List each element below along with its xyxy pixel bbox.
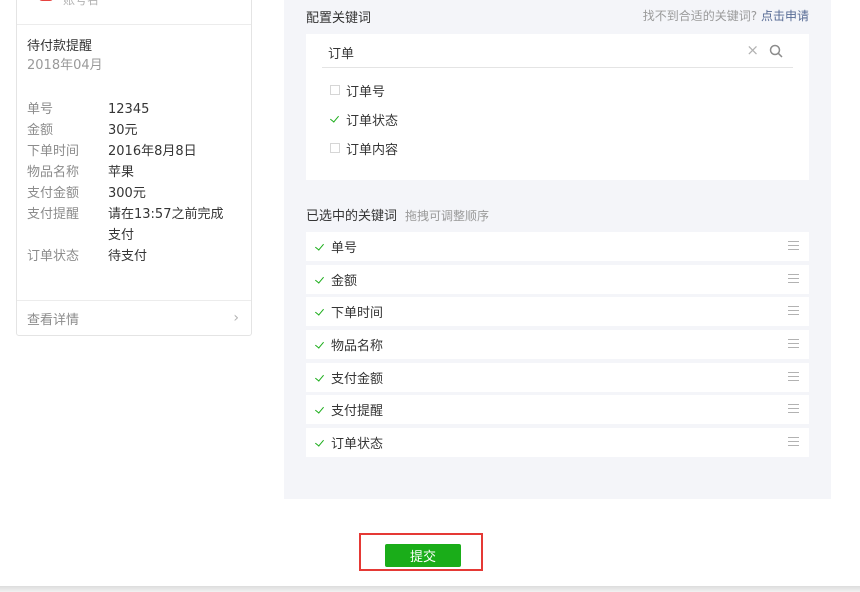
selected-keyword-item[interactable]: 金额	[306, 265, 809, 294]
checkbox-checked[interactable]	[315, 405, 325, 415]
selected-keyword-item[interactable]: 订单状态	[306, 428, 809, 457]
checkbox-unchecked[interactable]	[330, 85, 340, 95]
preview-field-row: 支付金额 300元	[27, 183, 241, 204]
view-details-link[interactable]: 查看详情 ›	[17, 300, 251, 335]
bottom-divider	[0, 586, 860, 592]
checkbox-unchecked[interactable]	[330, 143, 340, 153]
preview-field-row: 单号 12345	[27, 99, 241, 120]
field-value: 300元	[108, 186, 146, 201]
field-key: 单号	[27, 102, 54, 117]
selected-keyword-item[interactable]: 物品名称	[306, 330, 809, 359]
selected-keyword-item[interactable]: 支付金额	[306, 363, 809, 392]
checkbox-checked[interactable]	[315, 275, 325, 285]
field-value: 苹果	[108, 165, 135, 180]
chevron-right-icon: ›	[233, 310, 239, 326]
field-key: 下单时间	[27, 144, 80, 159]
selected-keyword-label: 订单状态	[331, 437, 384, 452]
preview-header: 账号名	[17, 0, 251, 25]
checkbox-checked[interactable]	[315, 340, 325, 350]
keyword-option[interactable]: 订单号	[330, 80, 385, 100]
option-label: 订单内容	[346, 142, 399, 158]
selected-keyword-item[interactable]: 单号	[306, 232, 809, 261]
preview-field-row: 订单状态 待支付	[27, 246, 241, 267]
selected-keywords-header: 已选中的关键词 拖拽可调整顺序	[306, 205, 489, 224]
keyword-option[interactable]: 订单状态	[330, 109, 398, 129]
field-key: 支付提醒	[27, 207, 80, 222]
drag-hint: 拖拽可调整顺序	[405, 209, 490, 223]
checkbox-checked[interactable]	[315, 242, 325, 252]
selected-keyword-label: 支付金额	[331, 372, 384, 387]
selected-keyword-label: 单号	[331, 241, 358, 256]
search-value: 订单	[328, 47, 355, 62]
drag-handle-icon[interactable]	[788, 274, 799, 283]
selected-title: 已选中的关键词	[306, 209, 398, 224]
selected-keyword-label: 支付提醒	[331, 404, 384, 419]
keyword-config-panel: 配置关键词 找不到合适的关键词? 点击申请 订单 × 订单号 订单状态 订单内容	[284, 0, 831, 499]
field-value: 2016年8月8日	[108, 144, 197, 159]
drag-handle-icon[interactable]	[788, 437, 799, 446]
drag-handle-icon[interactable]	[788, 404, 799, 413]
field-value: 待支付	[108, 249, 148, 264]
clear-icon[interactable]: ×	[746, 41, 759, 59]
option-label: 订单状态	[346, 113, 399, 129]
checkbox-checked[interactable]	[315, 307, 325, 317]
section-title: 配置关键词	[306, 11, 372, 26]
selected-keyword-label: 金额	[331, 274, 358, 289]
preview-field-row: 下单时间 2016年8月8日	[27, 141, 241, 162]
preview-date: 2018年04月	[27, 58, 103, 73]
apply-keyword-link[interactable]: 点击申请	[761, 9, 809, 23]
checkbox-checked[interactable]	[315, 373, 325, 383]
submit-button[interactable]: 提交	[385, 544, 461, 567]
checkbox-checked[interactable]	[315, 438, 325, 448]
selected-keyword-label: 物品名称	[331, 339, 384, 354]
selected-keyword-item[interactable]: 下单时间	[306, 297, 809, 326]
search-icon[interactable]	[769, 44, 783, 58]
drag-handle-icon[interactable]	[788, 372, 799, 381]
drag-handle-icon[interactable]	[788, 339, 799, 348]
help-question: 找不到合适的关键词?	[642, 9, 758, 23]
selected-keyword-label: 下单时间	[331, 306, 384, 321]
field-key: 物品名称	[27, 165, 80, 180]
field-key: 订单状态	[27, 249, 80, 264]
field-value: 12345	[108, 102, 150, 117]
account-logo-icon	[39, 0, 53, 1]
view-details-label: 查看详情	[27, 312, 80, 328]
field-key: 金额	[27, 123, 54, 138]
keyword-search-box: 订单 × 订单号 订单状态 订单内容	[306, 34, 809, 180]
field-value: 请在13:57之前完成支付	[108, 207, 224, 243]
field-value: 30元	[108, 123, 138, 138]
preview-field-row: 物品名称 苹果	[27, 162, 241, 183]
checkbox-checked[interactable]	[330, 114, 340, 124]
preview-field-row: 金额 30元	[27, 120, 241, 141]
keyword-option[interactable]: 订单内容	[330, 138, 398, 158]
account-name: 账号名	[63, 0, 100, 7]
template-preview-card: 账号名 待付款提醒 2018年04月 单号 12345 金额 30元 下单时间 …	[16, 0, 252, 336]
keyword-search-input[interactable]: 订单 ×	[322, 34, 793, 68]
preview-title: 待付款提醒	[27, 39, 93, 54]
help-text: 找不到合适的关键词? 点击申请	[643, 7, 809, 24]
drag-handle-icon[interactable]	[788, 241, 799, 250]
selected-keyword-item[interactable]: 支付提醒	[306, 395, 809, 424]
preview-body: 待付款提醒 2018年04月 单号 12345 金额 30元 下单时间 2016…	[17, 25, 251, 267]
drag-handle-icon[interactable]	[788, 306, 799, 315]
field-key: 支付金额	[27, 186, 80, 201]
preview-field-row: 支付提醒 请在13:57之前完成支付	[27, 204, 241, 246]
option-label: 订单号	[346, 84, 386, 100]
keyword-section-header: 配置关键词 找不到合适的关键词? 点击申请	[306, 7, 809, 26]
submit-highlight-box: 提交	[359, 533, 483, 571]
